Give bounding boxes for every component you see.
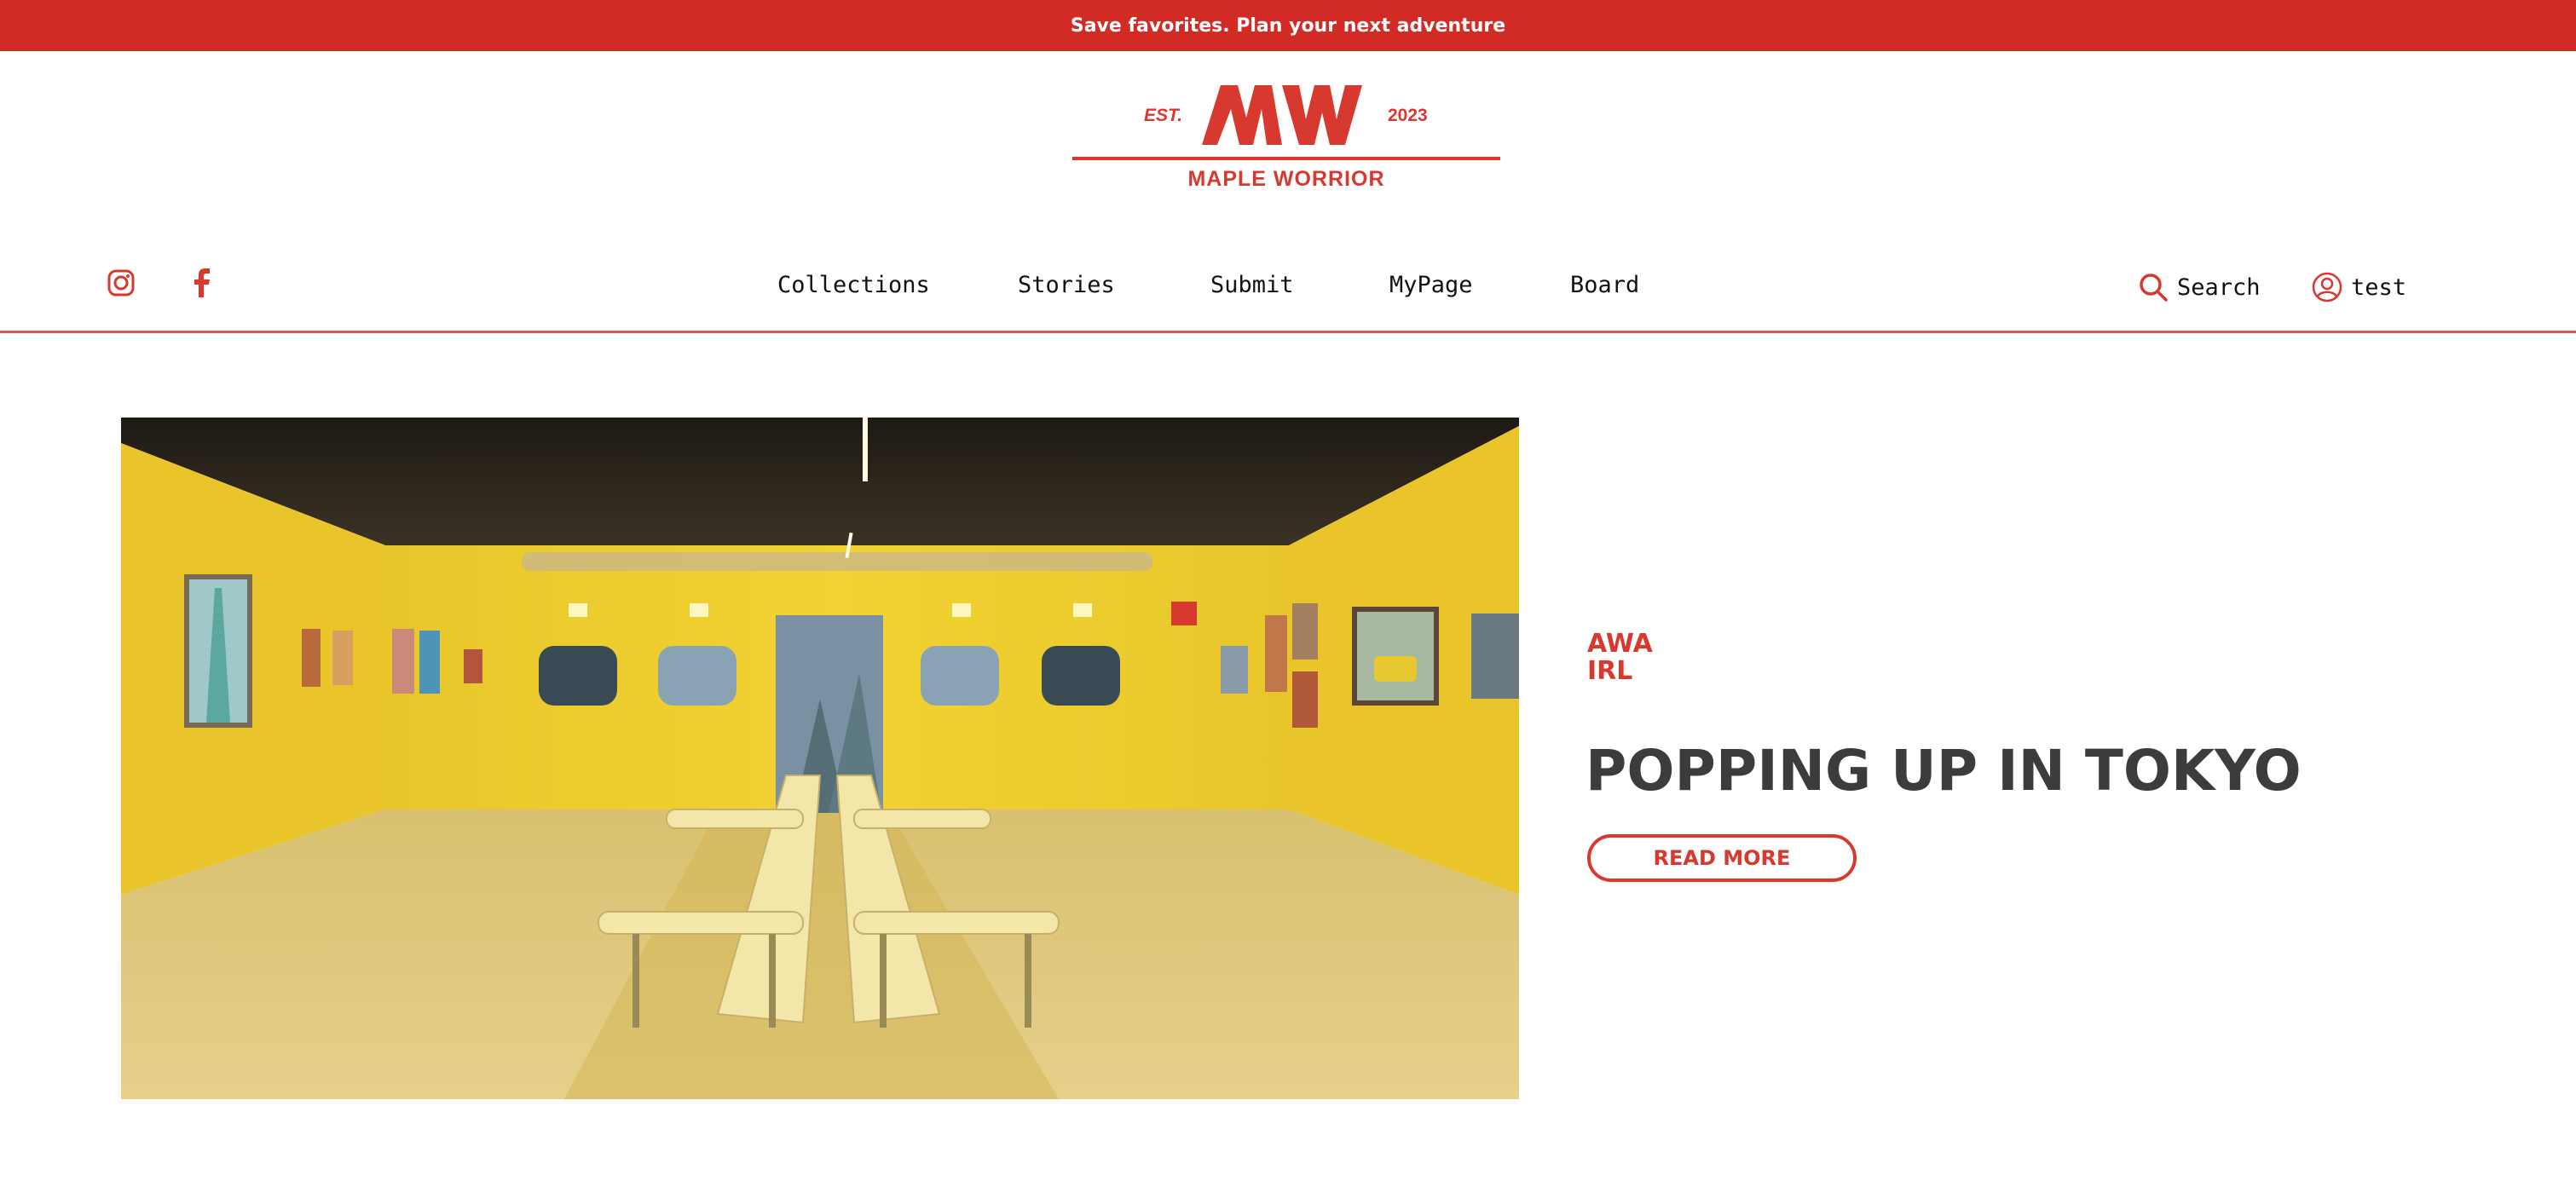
search-icon <box>2140 274 2168 302</box>
article-category-line-1: AWA <box>1587 629 1653 659</box>
logo-divider <box>1072 157 1500 160</box>
logo-mark-icon <box>1202 85 1362 145</box>
user-icon <box>2312 272 2342 302</box>
search-label: Search <box>2177 274 2261 301</box>
nav-item-board[interactable]: Board <box>1570 266 1639 305</box>
logo-year-label: 2023 <box>1388 106 1428 125</box>
announcement-bar: Save favorites. Plan your next adventure <box>0 0 2576 51</box>
logo-name: MAPLE WORRIOR <box>1187 167 1385 191</box>
user-label: test <box>2351 274 2407 301</box>
user-account-button[interactable]: test <box>2312 268 2406 307</box>
hero-image[interactable] <box>121 418 1519 1099</box>
announcement-text: Save favorites. Plan your next adventure <box>1070 14 1506 37</box>
read-more-button[interactable]: READ MORE <box>1587 834 1857 882</box>
article-headline[interactable]: POPPING UP IN TOKYO <box>1585 738 2302 804</box>
nav-item-mypage[interactable]: MyPage <box>1389 266 1473 305</box>
header-divider <box>0 331 2576 333</box>
nav-item-collections[interactable]: Collections <box>777 266 930 305</box>
search-button[interactable]: Search <box>2138 268 2261 307</box>
logo-est-label: EST. <box>1144 106 1183 125</box>
nav-item-stories[interactable]: Stories <box>1018 266 1115 305</box>
article-category[interactable]: AWA IRL <box>1587 631 1653 685</box>
read-more-label: READ MORE <box>1653 846 1791 870</box>
nav-item-submit[interactable]: Submit <box>1210 266 1294 305</box>
article-category-line-2: IRL <box>1587 656 1633 686</box>
site-logo[interactable]: EST. 2023 MAPLE WORRIOR <box>1072 80 1500 199</box>
